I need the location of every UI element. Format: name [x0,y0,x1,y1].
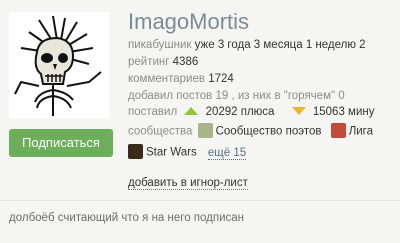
member-label: пикабушник [128,39,192,51]
member-duration: уже 3 года 3 месяца 1 неделю 2 [194,39,366,51]
pluses-count: 20292 плюса [205,106,275,118]
divider [0,200,400,201]
posts-text: добавил постов 19 , из них в "горячем" 0 [128,90,345,102]
subscribe-button[interactable]: Подписаться [9,129,113,157]
add-to-ignore-link[interactable]: добавить в игнор-лист [128,177,248,190]
skull-avatar-image [9,12,109,118]
posts-line: добавил постов 19 , из них в "горячем" 0 [128,90,345,102]
minuses-count: 15063 мину [312,106,375,118]
comments-label: комментариев [128,73,205,85]
communities-line: сообщества Сообщество поэтов Лига [128,123,373,140]
minus-arrow-icon [291,106,306,115]
communities-label: сообщества [128,125,193,138]
rating-label: рейтинг [128,56,170,68]
community-link-league[interactable]: Лига [349,126,373,138]
poets-community-icon [197,123,213,138]
profile-bio: долбоёб считающий что я на него подписан [9,212,245,224]
star-wars-community-icon [128,144,143,159]
comments-line: комментариев 1724 [128,73,234,85]
more-communities-link[interactable]: ещё 15 [207,146,247,160]
username: ImagoMortis [128,9,250,34]
plus-arrow-icon [184,106,199,115]
member-duration-line: пикабушник уже 3 года 3 месяца 1 неделю … [128,39,366,51]
rating-line: рейтинг 4386 [128,56,198,68]
rating-value: 4386 [172,56,199,68]
avatar [9,12,109,118]
comments-value: 1724 [208,73,234,85]
league-community-icon [330,123,346,138]
gave-label: поставил [128,106,178,118]
communities-line-2: Star Wars ещё 15 [128,144,247,161]
votes-line: поставил 20292 плюса 15063 мину [128,106,374,118]
community-link-star-wars[interactable]: Star Wars [146,147,197,159]
community-link-poets[interactable]: Сообщество поэтов [216,126,322,138]
